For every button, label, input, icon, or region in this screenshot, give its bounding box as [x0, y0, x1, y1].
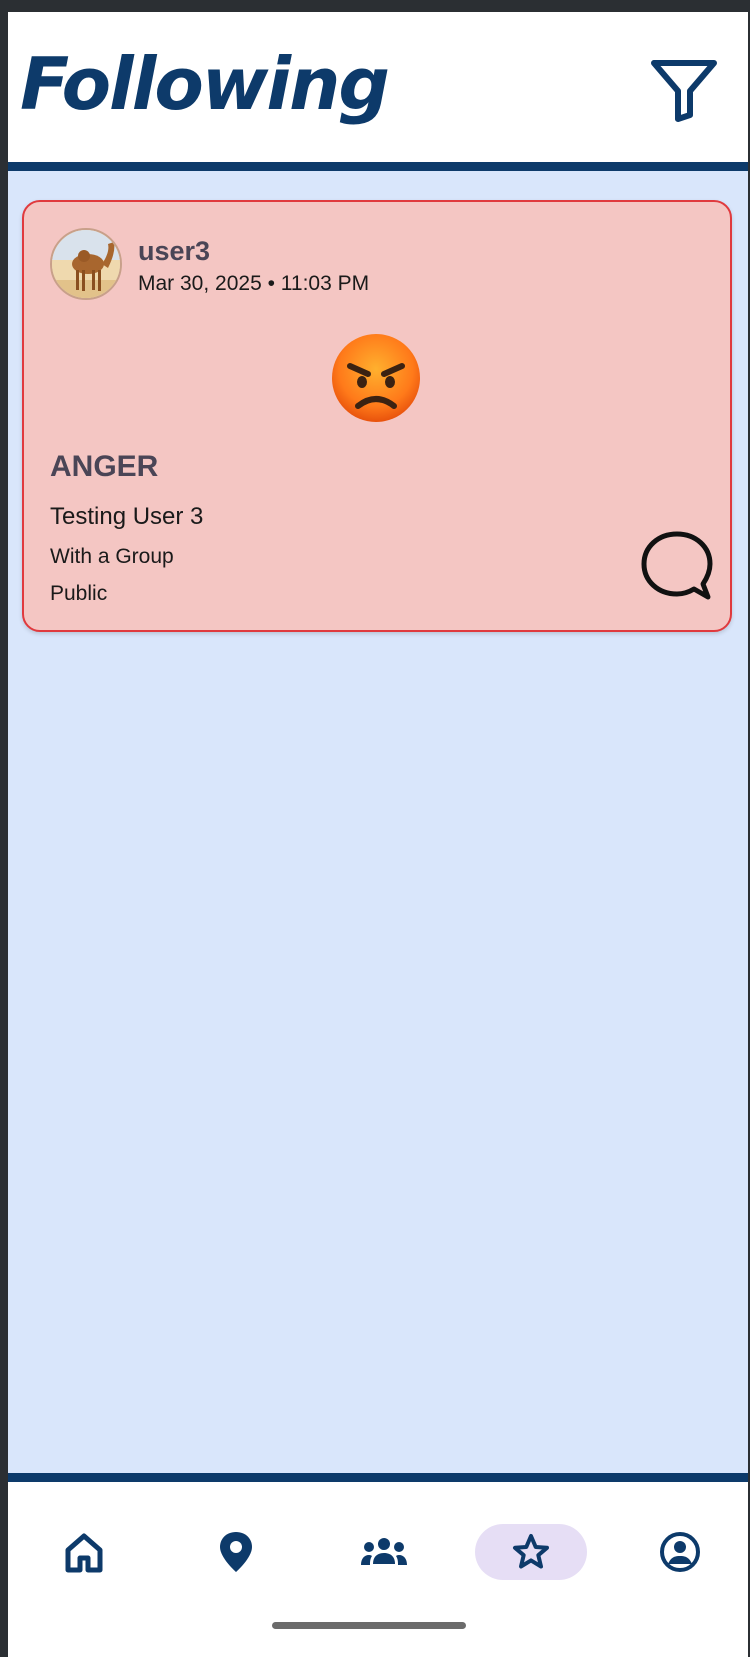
post-group: With a Group — [50, 545, 174, 568]
bottom-navigation — [8, 1482, 748, 1657]
groups-icon — [361, 1538, 407, 1565]
angry-face-emoji — [328, 330, 424, 426]
post-username[interactable]: user3 — [138, 236, 210, 267]
post-text: Testing User 3 — [50, 503, 204, 530]
avatar[interactable] — [50, 228, 122, 300]
following-feed[interactable]: user3 Mar 30, 2025 • 11:03 PM ANGER Test… — [8, 171, 748, 1473]
post-visibility: Public — [50, 582, 108, 605]
home-indicator[interactable] — [272, 1622, 466, 1629]
nav-following[interactable] — [475, 1524, 587, 1580]
camel-avatar — [52, 230, 120, 298]
filter-button[interactable] — [646, 52, 722, 128]
comment-bubble-icon — [641, 531, 713, 600]
account-icon — [660, 1532, 700, 1572]
header-divider — [8, 162, 748, 171]
nav-map[interactable] — [180, 1524, 292, 1580]
post-card[interactable]: user3 Mar 30, 2025 • 11:03 PM ANGER Test… — [22, 200, 732, 632]
filter-icon — [651, 60, 717, 122]
nav-home[interactable] — [28, 1524, 140, 1580]
nav-profile[interactable] — [624, 1524, 736, 1580]
emotion-label: ANGER — [50, 450, 159, 483]
app-header: Following — [8, 12, 748, 162]
post-timestamp: Mar 30, 2025 • 11:03 PM — [138, 272, 370, 295]
nav-groups[interactable] — [328, 1524, 440, 1580]
map-pin-icon — [220, 1532, 252, 1572]
page-title: Following — [20, 42, 390, 126]
app-screen: Following user3 Mar 30, 2025 • 11:03 PM … — [8, 12, 748, 1657]
footer-divider — [8, 1473, 748, 1482]
comment-button[interactable] — [638, 528, 716, 606]
star-icon — [513, 1534, 549, 1569]
home-icon — [65, 1533, 103, 1573]
